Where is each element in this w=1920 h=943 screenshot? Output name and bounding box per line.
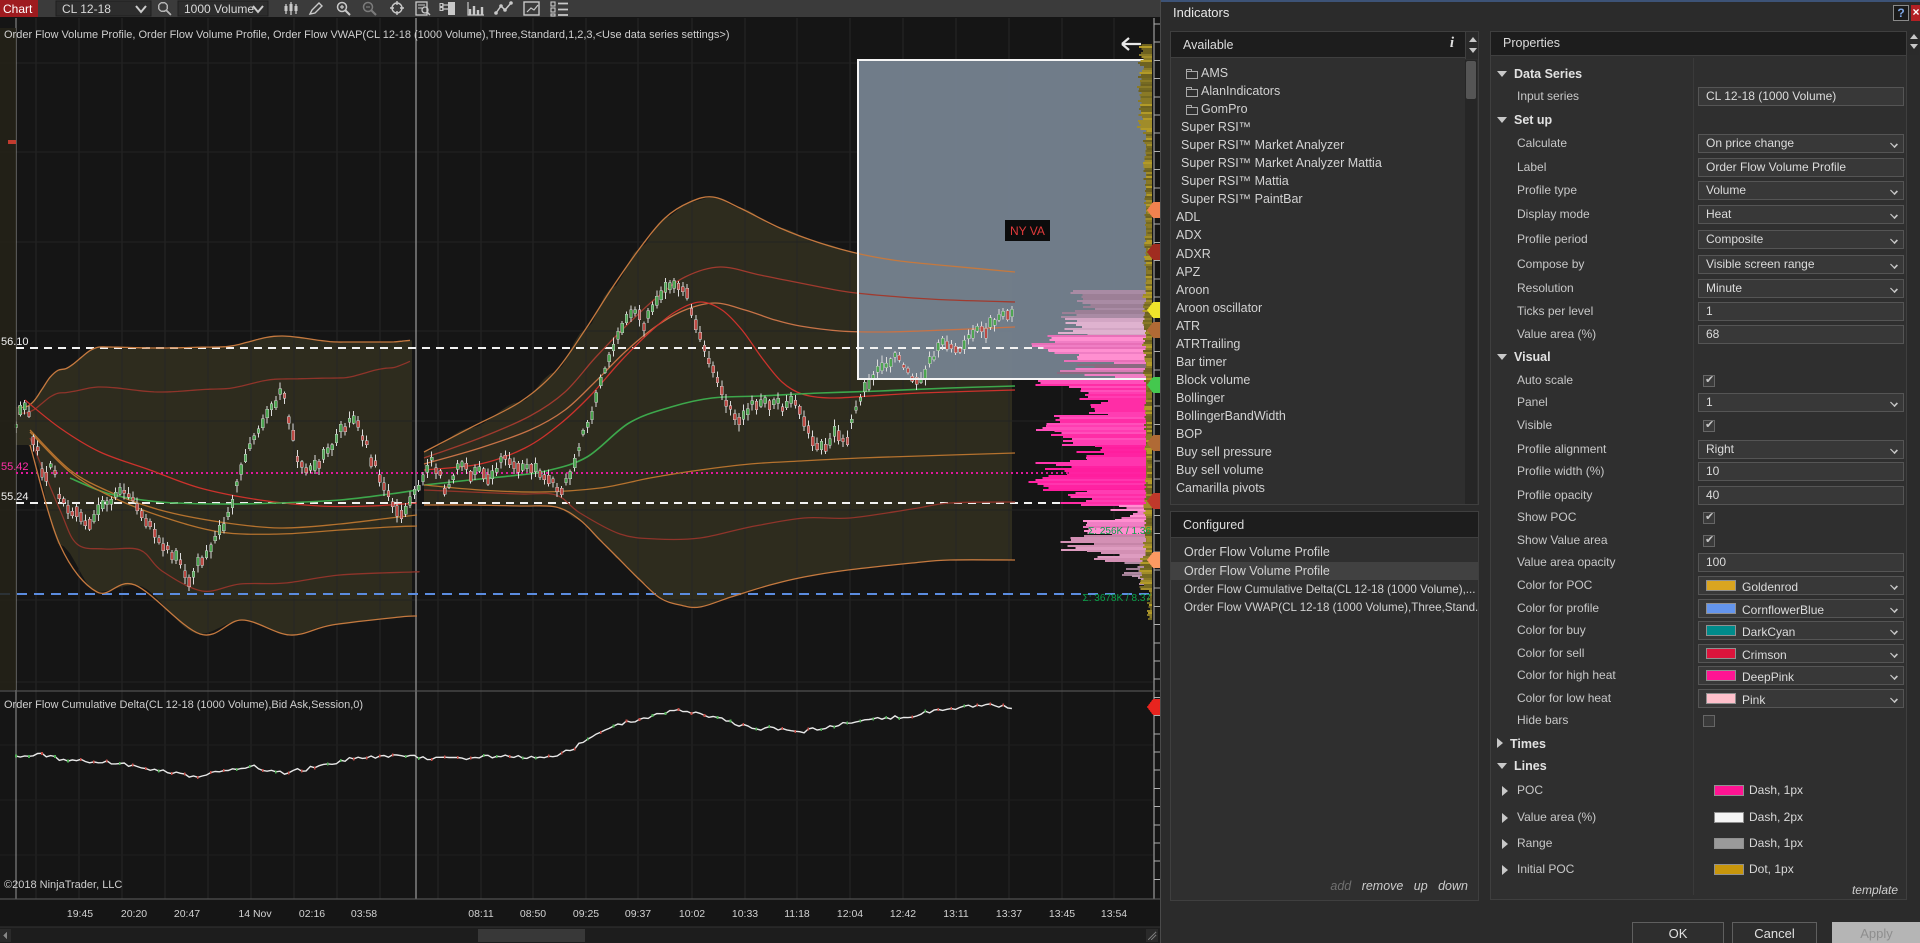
svg-text:09:37: 09:37 — [625, 908, 651, 920]
svg-text:1000 Volume: 1000 Volume — [184, 2, 254, 16]
svg-text:11:18: 11:18 — [784, 908, 810, 920]
svg-text:13:11: 13:11 — [943, 908, 969, 920]
svg-text:13:45: 13:45 — [1049, 908, 1075, 920]
svg-text:20:47: 20:47 — [174, 908, 200, 920]
svg-text:Σ: 256K / 1.36: Σ: 256K / 1.36 — [1088, 526, 1151, 537]
svg-text:Σ: 3678K / 8.37: Σ: 3678K / 8.37 — [1083, 593, 1152, 604]
svg-text:12:04: 12:04 — [837, 908, 863, 920]
svg-text:Order Flow Cumulative Delta(CL: Order Flow Cumulative Delta(CL 12-18 (10… — [4, 699, 363, 711]
svg-text:10:33: 10:33 — [732, 908, 758, 920]
svg-text:Order Flow Volume Profile, Ord: Order Flow Volume Profile, Order Flow Vo… — [4, 29, 730, 41]
svg-text:©2018 NinjaTrader, LLC: ©2018 NinjaTrader, LLC — [4, 879, 122, 891]
svg-text:10:02: 10:02 — [679, 908, 705, 920]
svg-text:08:11: 08:11 — [468, 908, 494, 920]
svg-text:NY VA: NY VA — [1010, 224, 1045, 238]
svg-text:CL 12-18: CL 12-18 — [62, 2, 111, 16]
svg-text:56.10: 56.10 — [1, 336, 29, 348]
svg-text:55.42: 55.42 — [1, 461, 29, 473]
svg-text:13:37: 13:37 — [996, 908, 1022, 920]
svg-text:14 Nov: 14 Nov — [238, 908, 272, 920]
svg-text:19:45: 19:45 — [67, 908, 93, 920]
svg-text:20:20: 20:20 — [121, 908, 147, 920]
svg-text:55.24: 55.24 — [1, 491, 29, 503]
svg-text:12:42: 12:42 — [890, 908, 916, 920]
svg-text:08:50: 08:50 — [520, 908, 546, 920]
svg-text:09:25: 09:25 — [573, 908, 599, 920]
svg-text:13:54: 13:54 — [1101, 908, 1127, 920]
svg-text:03:58: 03:58 — [351, 908, 377, 920]
svg-text:02:16: 02:16 — [299, 908, 325, 920]
svg-text:Chart: Chart — [3, 2, 33, 16]
